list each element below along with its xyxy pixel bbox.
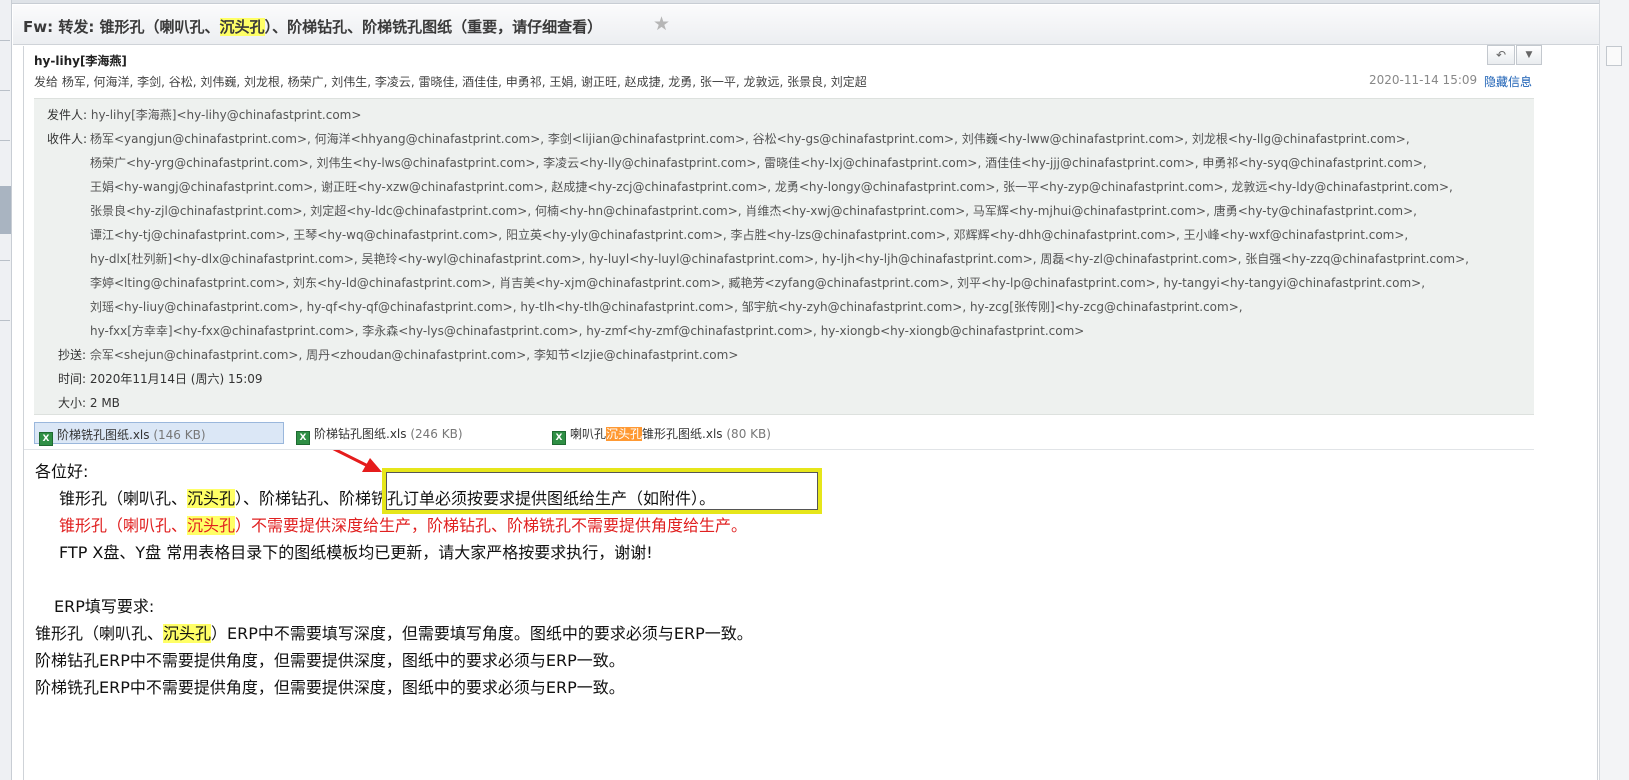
attachment-name-highlight: 沉头孔 — [606, 427, 643, 441]
to-label-row: 收件人: — [47, 130, 87, 147]
attachment-size: (146 KB) — [153, 428, 206, 442]
text-span: 锥形孔（喇叭孔、 — [59, 489, 188, 508]
folder-list-edge — [0, 0, 12, 780]
mail-details-panel: 发件人: hy-lihy[李海燕]<hy-lihy@chinafastprint… — [34, 98, 1534, 415]
attachment-item[interactable]: X 喇叭孔沉头孔锥形孔图纸.xls (80 KB) — [548, 422, 775, 445]
erp-title: ERP填写要求: — [54, 597, 155, 616]
to-line[interactable]: 杨荣广<hy-yrg@chinafastprint.com>, 刘伟生<hy-l… — [90, 154, 1427, 171]
selected-message-marker[interactable] — [0, 186, 11, 234]
mail-body: 各位好: 锥形孔（喇叭孔、沉头孔）、阶梯钻孔、阶梯铣孔订单必须按要求提供图纸给生… — [24, 450, 1597, 780]
divider — [0, 140, 10, 141]
subject-bar: Fw: 转发: 锥形孔（喇叭孔、沉头孔）、阶梯钻孔、阶梯铣孔图纸（重要，请仔细查… — [13, 5, 1600, 45]
from-value[interactable]: hy-lihy[李海燕]<hy-lihy@chinafastprint.com> — [91, 108, 362, 122]
to-line[interactable]: 杨军<yangjun@chinafastprint.com>, 何海洋<hhya… — [90, 130, 1410, 147]
chevron-down-icon: ▼ — [1525, 50, 1533, 60]
hide-details-link[interactable]: 隐藏信息 — [1484, 73, 1532, 90]
subject-highlight: 沉头孔 — [219, 18, 265, 36]
sent-date: 2020-11-14 15:09 — [1369, 73, 1478, 87]
text-span: ）不需要提供深度给生产，阶梯钻孔、阶梯铣孔不需要提供角度给生产。 — [235, 516, 748, 535]
to-line[interactable]: 刘瑶<hy-liuy@chinafastprint.com>, hy-qf<hy… — [90, 298, 1243, 315]
subject-text: Fw: 转发: 锥形孔（喇叭孔、 — [23, 18, 220, 36]
sender-name[interactable]: hy-lihy[李海燕] — [34, 52, 127, 69]
excel-file-icon: X — [552, 431, 566, 445]
to-line[interactable]: 王娟<hy-wangj@chinafastprint.com>, 谢正旺<hy-… — [90, 178, 1453, 195]
sender-header: hy-lihy[李海燕] 发给 杨军, 何海洋, 李剑, 谷松, 刘伟巍, 刘龙… — [24, 45, 1597, 98]
divider — [0, 90, 10, 91]
mail-subject: Fw: 转发: 锥形孔（喇叭孔、沉头孔）、阶梯钻孔、阶梯铣孔图纸（重要，请仔细查… — [23, 16, 602, 37]
star-icon[interactable]: ★ — [653, 13, 670, 35]
vertical-scrollbar[interactable] — [1599, 0, 1629, 780]
cc-row: 抄送: 佘军<shejun@chinafastprint.com>, 周丹<zh… — [58, 346, 738, 363]
annotation-inner-border — [386, 472, 818, 510]
time-label: 时间: — [58, 372, 87, 386]
reply-button[interactable]: ↶ — [1487, 45, 1515, 65]
to-line[interactable]: 谭江<hy-tj@chinafastprint.com>, 王琴<hy-wq@c… — [90, 226, 1408, 243]
attachment-size: (80 KB) — [726, 427, 771, 441]
from-label: 发件人: — [47, 108, 88, 122]
text-span: ）ERP中不需要填写深度，但需要填写角度。图纸中的要求必须与ERP一致。 — [211, 624, 753, 643]
attachment-size: (246 KB) — [410, 427, 463, 441]
divider — [0, 320, 10, 321]
red-arrow-icon — [332, 450, 382, 472]
size-label: 大小: — [58, 396, 87, 410]
time-value: 2020年11月14日 (周六) 15:09 — [89, 372, 263, 386]
attachment-name: 阶梯铣孔图纸.xls — [57, 428, 150, 442]
divider — [0, 40, 10, 41]
attachment-item[interactable]: X 阶梯铣孔图纸.xls (146 KB) — [34, 422, 284, 446]
excel-file-icon: X — [296, 431, 310, 445]
attachment-name: 阶梯钻孔图纸.xls — [314, 427, 407, 441]
attachment-item[interactable]: X 阶梯钻孔图纸.xls (246 KB) — [292, 422, 467, 445]
to-line[interactable]: hy-fxx[方幸幸]<hy-fxx@chinafastprint.com>, … — [90, 322, 1084, 339]
text-span: 锥形孔（喇叭孔、 — [35, 624, 164, 643]
size-row: 大小: 2 MB — [58, 394, 120, 411]
to-label: 收件人: — [47, 132, 88, 146]
body-line-3: FTP X盘、Y盘 常用表格目录下的图纸模板均已更新，请大家严格按要求执行，谢谢… — [59, 543, 653, 562]
reply-icon: ↶ — [1495, 48, 1507, 62]
to-line[interactable]: hy-dlx[杜列新]<hy-dlx@chinafastprint.com>, … — [90, 250, 1469, 267]
excel-file-icon: X — [39, 432, 53, 446]
recipients-summary: 发给 杨军, 何海洋, 李剑, 谷松, 刘伟巍, 刘龙根, 杨荣广, 刘伟生, … — [34, 75, 867, 89]
more-actions-button[interactable]: ▼ — [1516, 45, 1542, 65]
to-line[interactable]: 李婷<lting@chinafastprint.com>, 刘东<hy-ld@c… — [90, 274, 1425, 291]
time-row: 时间: 2020年11月14日 (周六) 15:09 — [58, 370, 263, 387]
attachment-name: 喇叭孔 — [570, 427, 607, 441]
cc-value[interactable]: 佘军<shejun@chinafastprint.com>, 周丹<zhouda… — [90, 348, 739, 362]
from-row: 发件人: hy-lihy[李海燕]<hy-lihy@chinafastprint… — [47, 106, 361, 123]
erp-line-2: 阶梯钻孔ERP中不需要提供角度，但需要提供深度，图纸中的要求必须与ERP一致。 — [35, 651, 625, 670]
to-line[interactable]: 张景良<hy-zjl@chinafastprint.com>, 刘定超<hy-l… — [90, 202, 1417, 219]
erp-line-3: 阶梯铣孔ERP中不需要提供角度，但需要提供深度，图纸中的要求必须与ERP一致。 — [35, 678, 625, 697]
scrollbar-button[interactable] — [1606, 46, 1622, 66]
text-span: 锥形孔（喇叭孔、 — [59, 516, 188, 535]
highlight-span: 沉头孔 — [163, 624, 212, 643]
size-value: 2 MB — [89, 396, 120, 410]
greeting: 各位好: — [35, 462, 89, 481]
divider — [0, 260, 10, 261]
subject-text-end: ）、阶梯钻孔、阶梯铣孔图纸（重要，请仔细查看） — [264, 18, 603, 36]
attachment-name-end: 锥形孔图纸.xls — [642, 427, 723, 441]
attachments-bar: X 阶梯铣孔图纸.xls (146 KB) X 阶梯钻孔图纸.xls (246 KB… — [34, 419, 1534, 447]
highlight-span: 沉头孔 — [187, 516, 236, 535]
highlight-span: 沉头孔 — [187, 489, 236, 508]
window-top-border — [0, 0, 1629, 4]
cc-label: 抄送: — [58, 348, 87, 362]
body-line-2: 锥形孔（喇叭孔、沉头孔）不需要提供深度给生产，阶梯钻孔、阶梯铣孔不需要提供角度给… — [59, 512, 747, 536]
mail-view: hy-lihy[李海燕] 发给 杨军, 何海洋, 李剑, 谷松, 刘伟巍, 刘龙… — [23, 45, 1598, 780]
text-span: ）、阶梯钻孔、 — [235, 489, 340, 508]
erp-line-1: 锥形孔（喇叭孔、沉头孔）ERP中不需要填写深度，但需要填写角度。图纸中的要求必须… — [35, 620, 753, 644]
